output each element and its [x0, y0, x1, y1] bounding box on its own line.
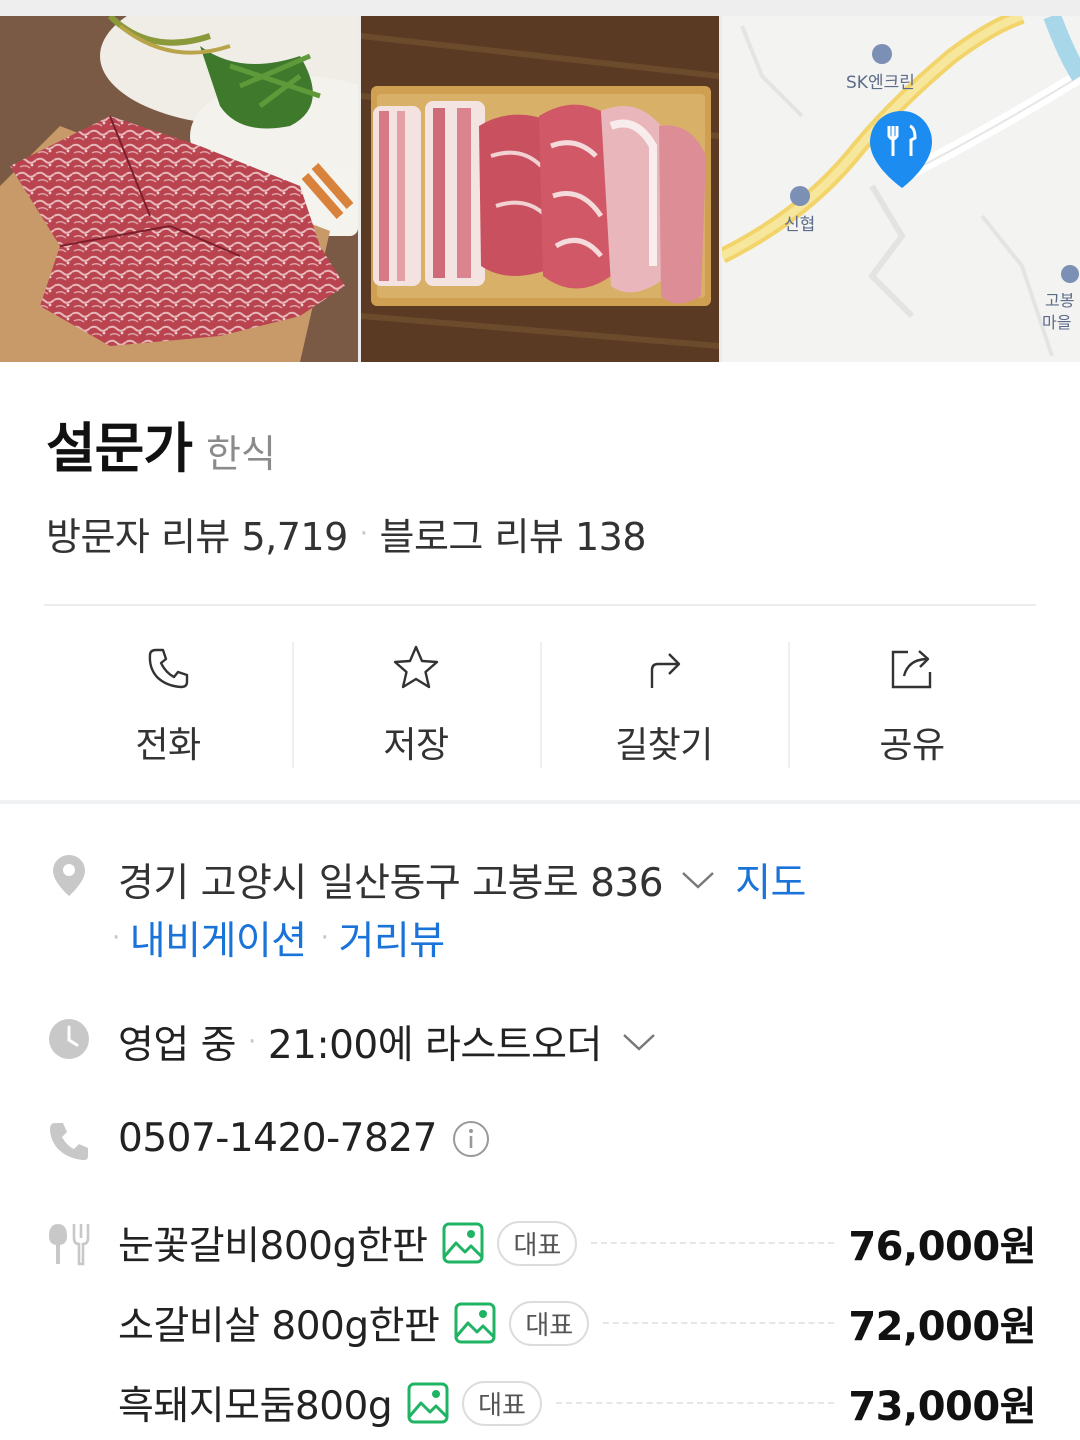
phone-number[interactable]: 0507-1420-7827: [118, 1116, 437, 1161]
address-row: 경기 고양시 일산동구 고봉로 836 지도: [118, 852, 806, 908]
address-links-row: · 내비게이션 · 거리뷰: [112, 910, 445, 966]
street-view-link[interactable]: 거리뷰: [338, 910, 445, 966]
fork-knife-icon: [49, 1224, 90, 1266]
navigation-link[interactable]: 내비게이션: [130, 910, 307, 966]
map-label-gas-station: SK엔크린: [846, 73, 915, 93]
action-bar: 전화 저장 길찾기 공유: [44, 606, 1036, 802]
menu-item-price: 72,000원: [848, 1304, 1036, 1350]
map-link[interactable]: 지도: [735, 852, 806, 908]
star-icon: [393, 645, 439, 689]
signature-badge: 대표: [509, 1300, 590, 1346]
dotted-leader: [555, 1402, 835, 1404]
dotted-leader: [603, 1322, 835, 1324]
call-button[interactable]: 전화: [44, 606, 292, 802]
photo-map[interactable]: SK엔크린 신협 고봉 마을: [722, 16, 1080, 362]
separator-dot: ·: [359, 518, 368, 549]
map-label-side-2: 마을: [1042, 313, 1071, 332]
photo-strip: SK엔크린 신협 고봉 마을: [0, 0, 1080, 362]
signature-badge: 대표: [462, 1380, 542, 1426]
call-label: 전화: [135, 725, 201, 766]
place-category: 한식: [206, 432, 276, 476]
separator-dot: ·: [248, 1027, 256, 1057]
last-order-text: 21:00에 라스트오더: [267, 1023, 603, 1068]
blog-reviews-link[interactable]: 블로그 리뷰 138: [380, 506, 647, 561]
signature-badge: 대표: [497, 1220, 578, 1266]
save-button[interactable]: 저장: [292, 606, 540, 802]
phone-icon: [148, 648, 189, 689]
phone-row: 0507-1420-7827: [118, 1116, 491, 1161]
menu-item[interactable]: 눈꽃갈비800g한판 대표 76,000원: [118, 1213, 1036, 1273]
menu-item-price: 73,000원: [848, 1384, 1036, 1430]
place-name[interactable]: 설문가: [46, 404, 193, 483]
dotted-leader: [591, 1242, 835, 1244]
menu-item-name: 흑돼지모둠800g: [118, 1384, 393, 1429]
phone-icon: [50, 1123, 88, 1161]
directions-icon: [650, 653, 681, 688]
menu-item[interactable]: 흑돼지모둠800g 대표 73,000원: [118, 1373, 1036, 1433]
directions-button[interactable]: 길찾기: [540, 606, 788, 802]
map-label-bank: 신협: [784, 215, 815, 235]
share-icon: [891, 650, 932, 689]
image-icon[interactable]: [441, 1221, 485, 1265]
image-icon[interactable]: [453, 1301, 497, 1345]
chevron-down-icon[interactable]: [681, 870, 715, 890]
photo-beef[interactable]: [0, 16, 358, 362]
save-label: 저장: [383, 725, 449, 766]
business-hours-row[interactable]: 영업 중 · 21:00에 라스트오더: [118, 1014, 676, 1070]
title-row: 설문가 한식: [46, 404, 276, 483]
menu-item-name: 눈꽃갈비800g한판: [118, 1224, 428, 1269]
menu-item-name: 소갈비살 800g한판: [118, 1304, 440, 1349]
directions-label: 길찾기: [615, 725, 713, 766]
photo-pork[interactable]: [361, 16, 719, 362]
section-divider: [0, 800, 1080, 804]
clock-icon: [49, 1019, 89, 1059]
visitor-reviews-link[interactable]: 방문자 리뷰 5,719: [46, 506, 348, 561]
top-gap: [0, 0, 1080, 16]
separator-dot: ·: [320, 923, 329, 953]
chevron-down-icon[interactable]: [622, 1032, 656, 1052]
separator-dot: ·: [112, 923, 120, 953]
image-icon[interactable]: [406, 1381, 450, 1425]
location-pin-icon: [53, 855, 85, 896]
share-button[interactable]: 공유: [788, 606, 1036, 802]
open-status: 영업 중: [118, 1023, 237, 1068]
share-label: 공유: [879, 725, 945, 766]
review-row: 방문자 리뷰 5,719 · 블로그 리뷰 138: [46, 506, 647, 561]
address-text[interactable]: 경기 고양시 일산동구 고봉로 836: [118, 852, 664, 908]
map-label-side-1: 고봉: [1045, 291, 1074, 310]
info-icon[interactable]: [451, 1119, 491, 1159]
menu-item-price: 76,000원: [848, 1224, 1036, 1270]
menu-item[interactable]: 소갈비살 800g한판 대표 72,000원: [118, 1293, 1036, 1353]
